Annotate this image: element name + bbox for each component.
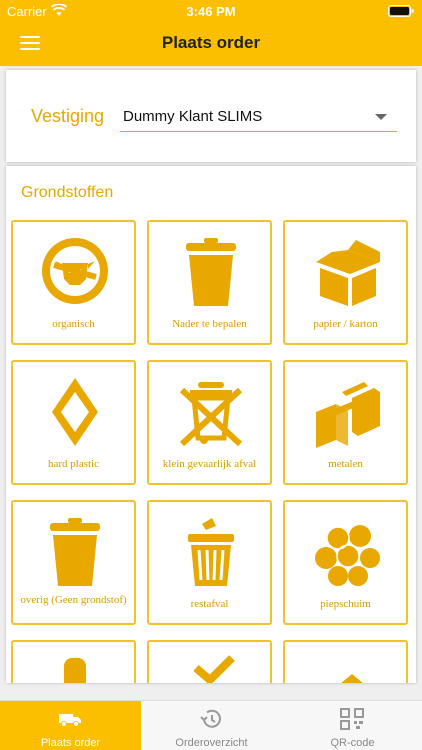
tab-label: Orderoverzicht xyxy=(175,737,248,749)
diamond-icon xyxy=(52,378,98,446)
truck-icon xyxy=(59,714,81,727)
shape-icon xyxy=(341,674,363,683)
material-tile-piepschuim[interactable]: piepschuim xyxy=(283,500,408,625)
material-tile-klein-gevaarlijk-afval[interactable]: klein gevaarlijk afval xyxy=(147,360,272,485)
material-label: hard plastic xyxy=(47,458,99,470)
material-label: papier / karton xyxy=(313,318,378,330)
status-time: 3:46 PM xyxy=(186,4,236,19)
material-tile-metalen[interactable]: metalen xyxy=(283,360,408,485)
metal-beams-icon xyxy=(316,382,380,448)
tab-label: QR-code xyxy=(330,737,375,749)
material-label: overig (Geen grondstof) xyxy=(20,594,127,606)
materials-card: Grondstoffen organisch Nader te bepalen xyxy=(6,166,416,683)
material-tile-papier-karton[interactable]: papier / karton xyxy=(283,220,408,345)
branch-selected-value: Dummy Klant SLIMS xyxy=(123,108,263,125)
material-label: piepschuim xyxy=(320,598,371,610)
section-title: Grondstoffen xyxy=(21,184,114,201)
tab-label: Plaats order xyxy=(40,737,101,749)
battery-icon xyxy=(388,5,414,17)
bin-icon xyxy=(50,518,100,586)
app-header: Carrier 3:46 PM Plaats order xyxy=(0,0,422,66)
history-icon xyxy=(200,709,221,728)
material-tile-partial[interactable] xyxy=(11,640,136,683)
branch-card: Vestiging Dummy Klant SLIMS xyxy=(6,70,416,162)
material-label: organisch xyxy=(52,318,95,330)
material-label: metalen xyxy=(328,458,363,470)
branch-label: Vestiging xyxy=(31,106,105,126)
material-label: Nader te bepalen xyxy=(172,318,247,330)
chevron-down-icon xyxy=(375,114,387,120)
roll-icon xyxy=(64,658,86,683)
material-label: restafval xyxy=(190,598,229,610)
bin-icon xyxy=(186,238,236,306)
material-tile-overig[interactable]: overig (Geen grondstof) xyxy=(11,500,136,625)
tab-bar: Plaats order Orderoverzicht QR-code xyxy=(0,700,422,750)
material-tile-organisch[interactable]: organisch xyxy=(11,220,136,345)
page-title: Plaats order xyxy=(161,33,261,52)
material-tile-nader-te-bepalen[interactable]: Nader te bepalen xyxy=(147,220,272,345)
arrow-icon xyxy=(193,655,235,683)
material-tile-hard-plastic[interactable]: hard plastic xyxy=(11,360,136,485)
status-bar: Carrier 3:46 PM xyxy=(0,0,422,22)
material-label: klein gevaarlijk afval xyxy=(162,458,257,470)
tab-qr-code[interactable]: QR-code xyxy=(282,701,422,750)
material-tile-partial[interactable] xyxy=(147,640,272,683)
crossed-bin-icon xyxy=(179,382,243,447)
no-cow-icon xyxy=(42,238,108,304)
basket-bin-icon xyxy=(188,518,234,586)
branch-select[interactable]: Dummy Klant SLIMS xyxy=(120,104,397,132)
box-icon xyxy=(316,240,380,306)
qr-code-icon xyxy=(340,708,364,730)
foam-balls-icon xyxy=(315,525,380,586)
tab-plaats-order[interactable]: Plaats order xyxy=(0,701,141,750)
material-tile-restafval[interactable]: restafval xyxy=(147,500,272,625)
tab-orderoverzicht[interactable]: Orderoverzicht xyxy=(141,701,282,750)
material-tile-partial[interactable] xyxy=(283,640,408,683)
